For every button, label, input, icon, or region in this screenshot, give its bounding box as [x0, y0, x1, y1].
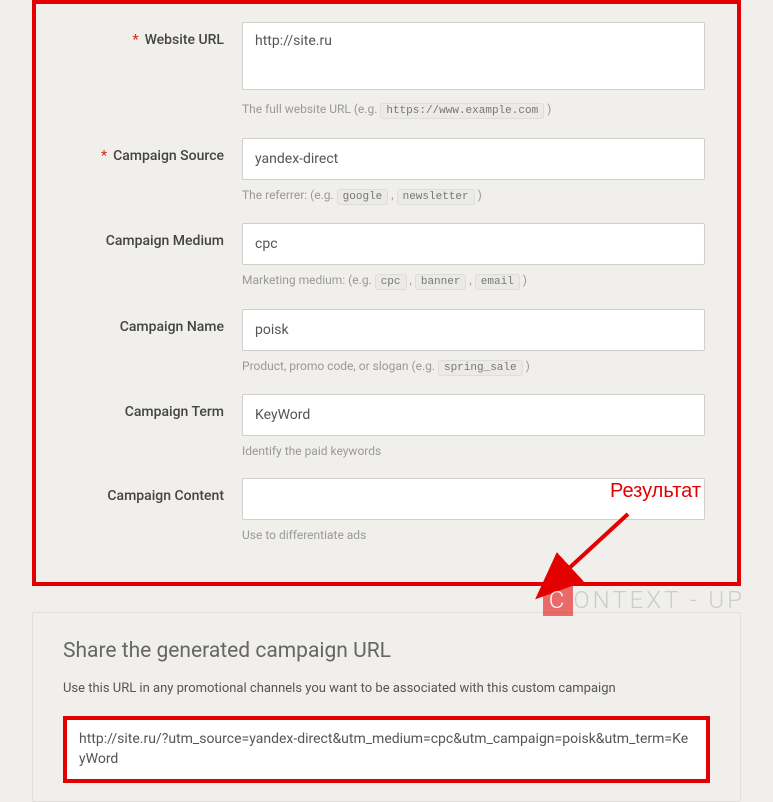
helper-code: cpc — [375, 274, 407, 290]
helper-code: email — [475, 274, 520, 290]
helper-code: https://www.example.com — [380, 103, 544, 119]
campaign-source-input[interactable] — [242, 138, 705, 180]
result-title: Share the generated campaign URL — [63, 639, 710, 663]
result-panel: Share the generated campaign URL Use thi… — [32, 612, 741, 802]
field-label: *Website URL — [68, 22, 242, 48]
form-row: *Website URL The full website URL (e.g. h… — [68, 22, 705, 130]
field-helper: The full website URL (e.g. https://www.e… — [242, 100, 705, 120]
website-url-input[interactable] — [242, 22, 705, 90]
helper-code: google — [337, 189, 389, 205]
field-label: *Campaign Source — [68, 138, 242, 164]
field-label: Campaign Medium — [68, 223, 242, 249]
campaign-medium-input[interactable] — [242, 223, 705, 265]
campaign-name-input[interactable] — [242, 309, 705, 351]
form-row: Campaign Medium Marketing medium: (e.g. c… — [68, 223, 705, 301]
field-label: Campaign Content — [68, 478, 242, 504]
field-label: Campaign Name — [68, 309, 242, 335]
campaign-term-input[interactable] — [242, 394, 705, 436]
field-helper: The referrer: (e.g. google , newsletter … — [242, 186, 705, 206]
form-row: *Campaign Source The referrer: (e.g. goog… — [68, 138, 705, 216]
field-label: Campaign Term — [68, 394, 242, 420]
required-indicator: * — [132, 32, 138, 48]
helper-code: banner — [415, 274, 467, 290]
field-helper: Use to differentiate ads — [242, 526, 705, 544]
form-row: Campaign Term Identify the paid keywords — [68, 394, 705, 470]
annotation-label: Результат — [610, 480, 701, 503]
form-row: Campaign Name Product, promo code, or slo… — [68, 309, 705, 387]
field-helper: Product, promo code, or slogan (e.g. spr… — [242, 357, 705, 377]
helper-code: newsletter — [397, 189, 475, 205]
generated-url-output[interactable]: http://site.ru/?utm_source=yandex-direct… — [63, 716, 710, 783]
required-indicator: * — [101, 148, 107, 164]
watermark: CONTEXT - UP — [543, 586, 745, 614]
helper-code: spring_sale — [438, 360, 523, 376]
result-description: Use this URL in any promotional channels… — [63, 681, 710, 696]
field-helper: Identify the paid keywords — [242, 442, 705, 460]
field-helper: Marketing medium: (e.g. cpc , banner , e… — [242, 271, 705, 291]
